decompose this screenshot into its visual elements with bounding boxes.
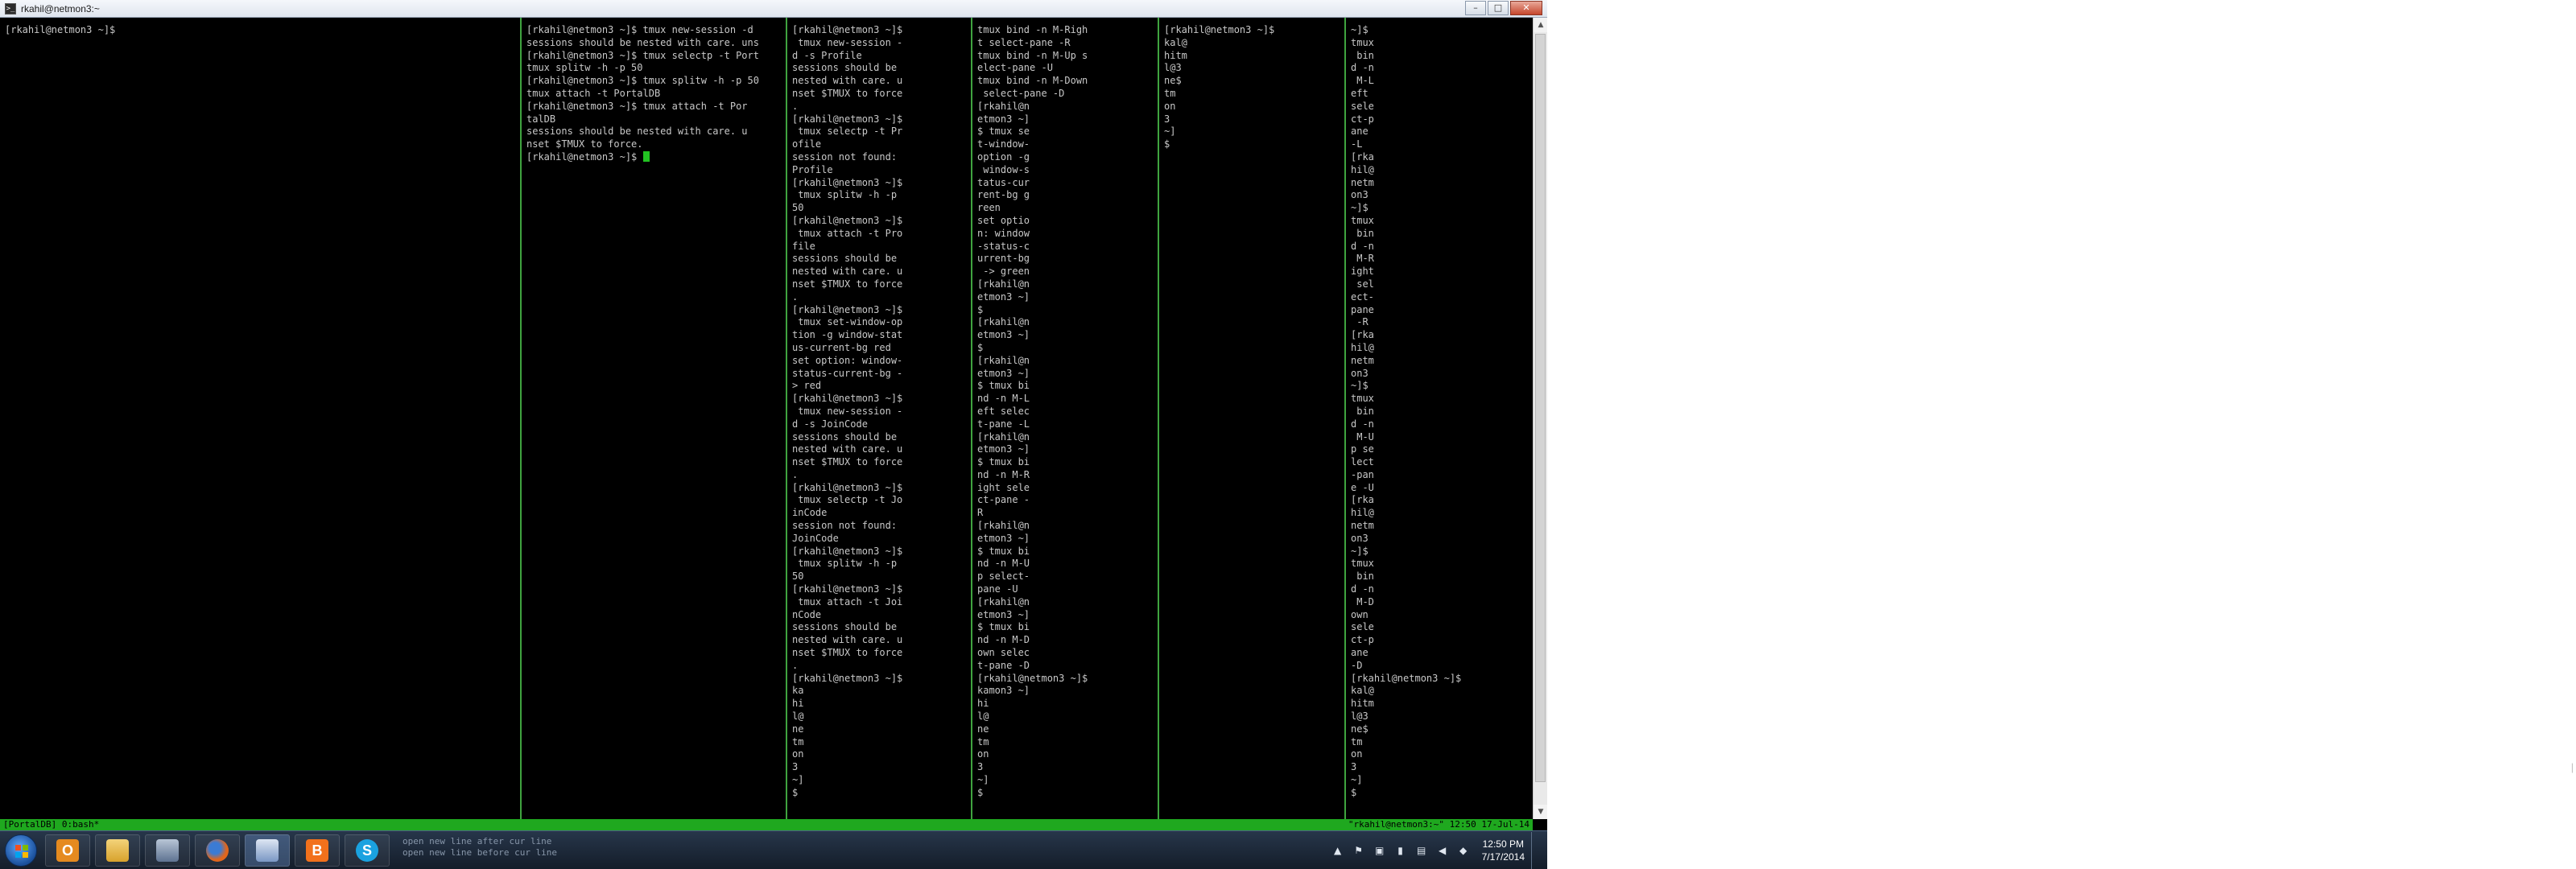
tmux-terminal[interactable]: [rkahil@netmon3 ~]$ [rkahil@netmon3 ~]$ … [0,18,1533,819]
scroll-up-icon[interactable]: ▲ [1534,18,1547,32]
taskbar-explorer[interactable] [95,834,140,867]
tmux-pane-1[interactable]: [rkahil@netmon3 ~]$ [0,18,522,819]
flag-icon[interactable]: ⚑ [1352,844,1365,857]
minimize-button[interactable]: – [1465,1,1486,15]
tray-expand-icon[interactable]: ▲ [1331,844,1344,857]
skype-icon: S [356,839,378,862]
pane-text: [rkahil@netmon3 ~]$ kal@ hitm l@3 ne$ tm… [1164,24,1275,150]
tmux-pane-6[interactable]: ~]$ tmux bin d -n M-L eft sele ct-p ane … [1346,18,1533,819]
taskbar-network-tool[interactable] [145,834,190,867]
outlook-icon-letter: O [61,842,73,859]
skype-icon-letter: S [361,842,372,859]
windows-taskbar: O B S open new line after cur line open … [0,830,1547,869]
pane-text: [rkahil@netmon3 ~]$ [5,24,116,35]
clock-time: 12:50 PM [1482,838,1524,850]
window-controls: – □ ✕ [1463,0,1542,16]
vertical-scrollbar[interactable]: ▲ ▼ [1533,18,1547,819]
taskbar-firefox[interactable] [195,834,240,867]
text-cursor [642,150,650,162]
tmux-pane-4[interactable]: tmux bind -n M-Righ t select-pane -R tmu… [972,18,1159,819]
volume-icon[interactable]: ◀ [1436,844,1449,857]
windows-logo-icon [15,845,28,858]
shield-icon[interactable]: ◆ [1457,844,1470,857]
pane-text: tmux bind -n M-Righ t select-pane -R tmu… [977,24,1088,798]
taskbar-blogger[interactable]: B [295,834,340,867]
status-session-window: [PortalDB] 0:bash* [3,819,100,830]
window-title: rkahil@netmon3:~ [21,2,100,14]
maximize-button[interactable]: □ [1488,1,1509,15]
ghost-line-2: open new line before cur line [402,847,558,858]
system-tray: ▲ ⚑ ▣ ▮ ▤ ◀ ◆ 12:50 PM 7/17/2014 [1327,831,1541,869]
blogger-icon-letter: B [312,842,323,859]
folder-icon [106,839,129,862]
taskbar-ghost-text: open new line after cur line open new li… [402,836,557,859]
power-icon[interactable]: ▮ [1394,844,1407,857]
resize-grip-icon[interactable]: ▕ [2566,764,2574,776]
pane-text: ~]$ tmux bin d -n M-L eft sele ct-p ane … [1351,24,1462,798]
pane-text: [rkahil@netmon3 ~]$ tmux new-session - d… [792,24,903,798]
blogger-icon: B [306,839,328,862]
network-tray-icon[interactable]: ▤ [1415,844,1428,857]
scroll-down-icon[interactable]: ▼ [1534,805,1547,819]
tmux-pane-5[interactable]: [rkahil@netmon3 ~]$ kal@ hitm l@3 ne$ tm… [1159,18,1346,819]
ghost-line-1: open new line after cur line [402,836,552,846]
scrollbar-thumb[interactable] [1535,34,1546,782]
taskbar-terminal[interactable] [245,834,290,867]
taskbar-outlook[interactable]: O [45,834,90,867]
device-icon[interactable]: ▣ [1373,844,1386,857]
start-button[interactable] [5,834,37,867]
close-button[interactable]: ✕ [1510,1,1542,15]
desktop-screen: >_ rkahil@netmon3:~ – □ ✕ [rkahil@netmon… [0,0,1547,869]
clock[interactable]: 12:50 PM 7/17/2014 [1482,838,1525,863]
firefox-icon [206,839,229,862]
tmux-pane-2[interactable]: [rkahil@netmon3 ~]$ tmux new-session -d … [522,18,787,819]
show-desktop-button[interactable] [1531,832,1541,869]
pane-text: [rkahil@netmon3 ~]$ tmux new-session -d … [526,24,759,163]
terminal-icon: >_ [5,2,16,14]
network-icon [156,839,179,862]
tmux-pane-3[interactable]: [rkahil@netmon3 ~]$ tmux new-session - d… [787,18,972,819]
clock-date: 7/17/2014 [1481,851,1525,863]
terminal-app-icon [256,839,279,862]
window-titlebar[interactable]: >_ rkahil@netmon3:~ – □ ✕ [0,0,1547,18]
status-host-time: "rkahil@netmon3:~" 12:50 17-Jul-14 [1348,819,1530,830]
taskbar-skype[interactable]: S [345,834,390,867]
tmux-status-bar: [PortalDB] 0:bash* "rkahil@netmon3:~" 12… [0,819,1533,830]
outlook-icon: O [56,839,79,862]
